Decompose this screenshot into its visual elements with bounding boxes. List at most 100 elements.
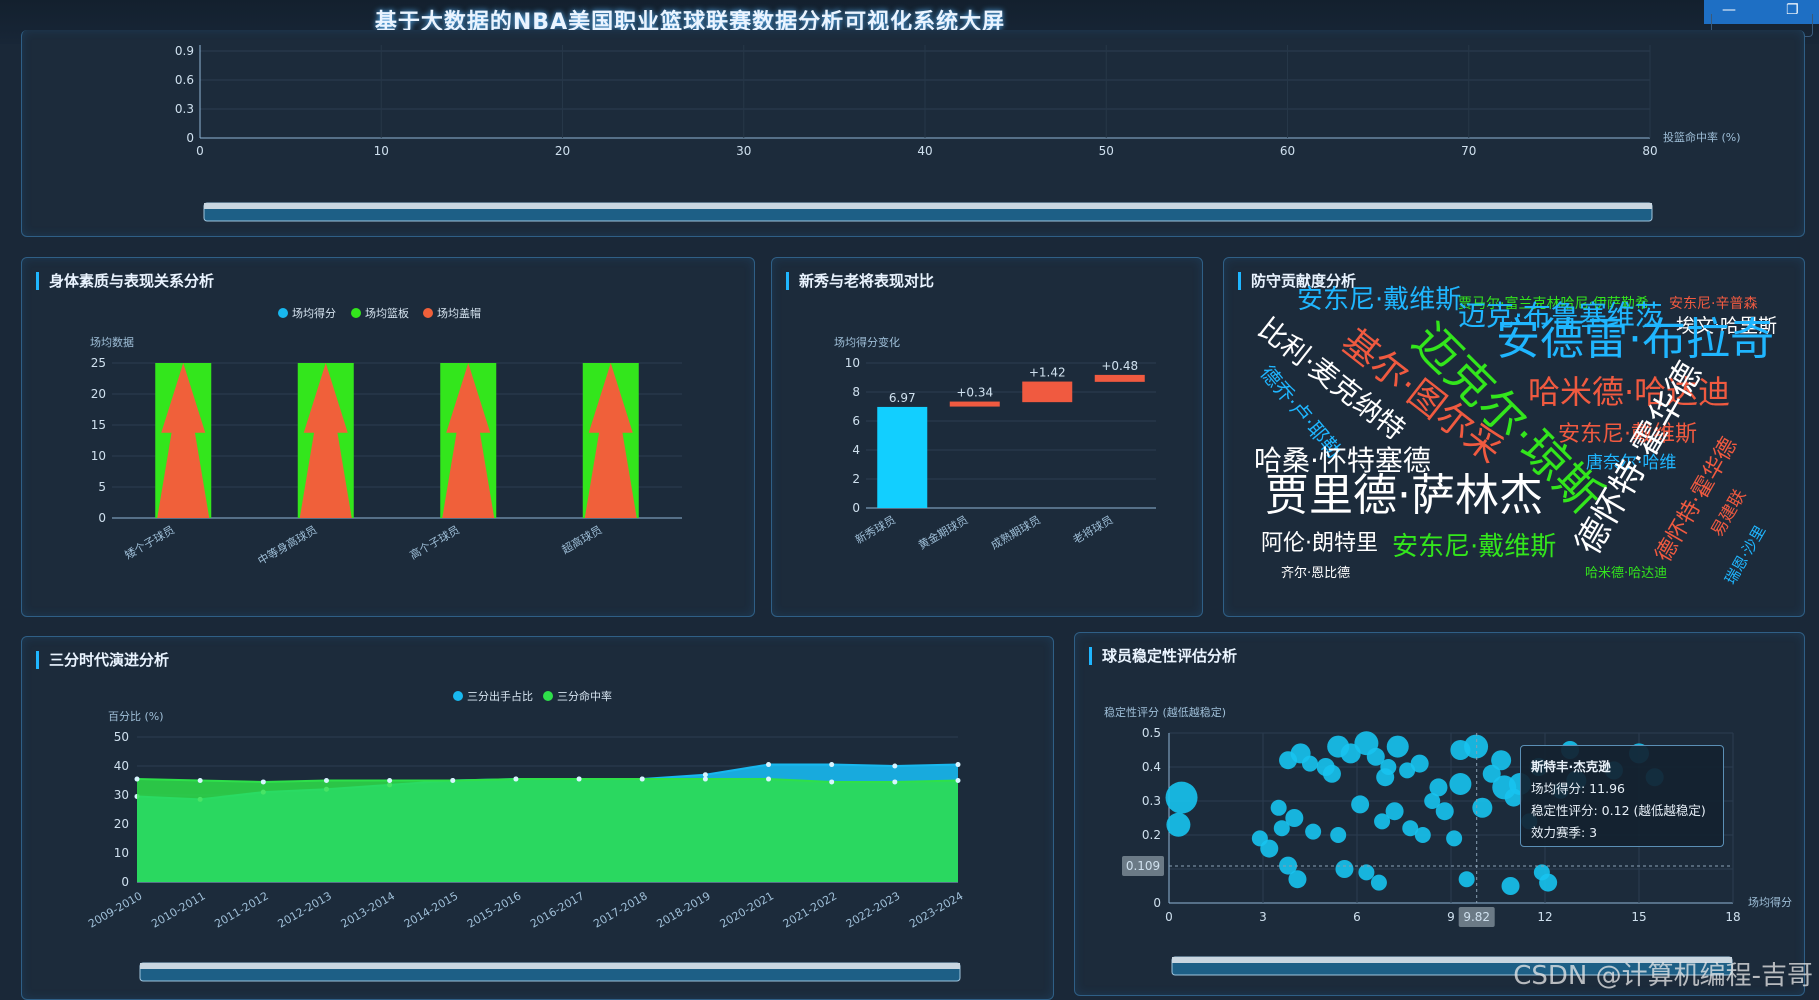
x-tick-label: 70 — [1461, 144, 1476, 158]
word-cloud-term: 齐尔·恩比德 — [1281, 566, 1351, 581]
data-point — [955, 778, 961, 783]
waterfall-bar — [1022, 381, 1073, 403]
scatter-point — [1376, 768, 1395, 787]
x-tick-label: 50 — [1099, 144, 1114, 158]
x-tick-label: 9 — [1447, 910, 1455, 924]
x-tick-label: 超高球员 — [559, 522, 604, 556]
scatter-point — [1330, 827, 1347, 843]
x-tick-label: 新秀球员 — [853, 512, 898, 546]
y-tick-label: 10 — [845, 356, 860, 370]
y-tick-label: 10 — [114, 846, 129, 860]
x-tick-label: 2018-2019 — [654, 889, 712, 930]
scatter-point — [1166, 812, 1191, 837]
x-tick-label: 60 — [1280, 144, 1295, 158]
data-point — [134, 776, 140, 782]
y-tick-label: 50 — [114, 730, 129, 744]
x-tick-label: 2022-2023 — [844, 889, 902, 930]
scatter-point — [1472, 797, 1493, 818]
scatter-point — [1322, 764, 1341, 783]
y-axis-title: 百分比 (%) — [108, 710, 164, 723]
y-tick-label: 0 — [121, 875, 129, 889]
data-point — [702, 772, 708, 778]
data-label: +0.34 — [956, 386, 993, 400]
x-tick-label: 矮个子球员 — [122, 522, 177, 562]
word-cloud-term: 安东尼·戴维斯 — [1392, 532, 1557, 562]
zoom-slider-handle — [140, 963, 960, 969]
x-tick-label: 2012-2013 — [276, 889, 334, 930]
legend-label: 三分出手占比 — [467, 689, 533, 703]
y-axis-title: 场均得分变化 — [834, 335, 900, 349]
area-series — [137, 779, 958, 882]
waterfall-bar — [1094, 374, 1145, 382]
legend-marker — [453, 691, 463, 701]
y-tick-label: 10 — [91, 449, 106, 463]
data-point — [513, 776, 519, 782]
data-point — [892, 763, 898, 769]
legend-marker — [423, 308, 433, 318]
scatter-point — [1370, 874, 1387, 891]
scatter-point — [1414, 827, 1431, 843]
chart-tooltip: 斯特丰·杰克逊 场均得分: 11.96 稳定性评分: 0.12 (越低越稳定) … — [1520, 745, 1724, 847]
y-tick-label: 40 — [114, 759, 129, 773]
scatter-point — [1492, 775, 1517, 800]
scatter-point — [1501, 877, 1520, 895]
scatter-point — [1385, 802, 1404, 821]
x-tick-label: 高个子球员 — [407, 522, 462, 562]
x-tick-label: 10 — [374, 144, 389, 158]
data-point — [766, 776, 772, 782]
legend-label: 场均盖帽 — [437, 306, 481, 320]
y-tick-label: 0.2 — [1142, 828, 1161, 842]
scatter-point — [1539, 873, 1558, 892]
y-tick-label: 4 — [852, 443, 860, 457]
y-tick-label: 0 — [186, 131, 194, 145]
x-tick-label: 30 — [736, 144, 751, 158]
waterfall-bar — [877, 406, 928, 508]
scatter-point — [1446, 830, 1463, 847]
x-tick-label: 2009-2010 — [86, 889, 144, 930]
word-cloud-term: 阿伦·朗特里 — [1261, 531, 1378, 556]
data-point — [576, 776, 582, 782]
scatter-point — [1458, 871, 1475, 888]
y-tick-label: 15 — [91, 418, 106, 432]
data-point — [323, 778, 329, 783]
x-tick-label: 3 — [1259, 910, 1267, 924]
x-tick-label: 2014-2015 — [402, 889, 460, 930]
y-tick-label: 0.4 — [1142, 760, 1161, 774]
legend-label: 场均得分 — [292, 306, 336, 320]
y-tick-label: 5 — [98, 480, 106, 494]
y-tick-label: 25 — [91, 356, 106, 370]
y-tick-label: 6 — [852, 414, 860, 428]
x-tick-label: 0 — [1165, 910, 1173, 924]
y-tick-label: 2 — [852, 472, 860, 486]
scatter-point — [1464, 734, 1489, 759]
legend-marker — [351, 308, 361, 318]
x-tick-label: 2017-2018 — [591, 889, 649, 930]
x-tick-label: 15 — [1631, 910, 1646, 924]
tooltip-score: 场均得分: 11.96 — [1531, 781, 1625, 796]
word-cloud-term: 贾里德·萨林杰 — [1265, 470, 1543, 521]
x-tick-label: 20 — [555, 144, 570, 158]
data-point — [260, 779, 266, 785]
scatter-point — [1285, 809, 1304, 827]
x-tick-label: 2010-2011 — [149, 889, 207, 930]
x-tick-label: 中等身高球员 — [255, 522, 319, 567]
data-label: 6.97 — [889, 391, 916, 405]
legend-marker — [543, 691, 553, 701]
x-tick-label: 老将球员 — [1070, 512, 1115, 546]
x-tick-label: 0 — [196, 144, 204, 158]
data-label: +1.42 — [1029, 366, 1066, 380]
scatter-point — [1302, 755, 1318, 772]
y-tick-label: 0.9 — [175, 44, 194, 58]
data-label: +0.48 — [1101, 359, 1138, 373]
x-axis-title: 场均得分 — [1748, 895, 1792, 909]
y-axis-title: 稳定性评分 (越低越稳定) — [1104, 705, 1226, 719]
data-point — [892, 779, 898, 785]
word-cloud-term: 哈米德·哈达迪 — [1585, 566, 1668, 581]
waterfall-bar — [949, 401, 1000, 407]
x-axis-title: 投篮命中率 (%) — [1663, 130, 1741, 144]
legend-label: 场均篮板 — [365, 306, 409, 320]
word-cloud-term: 安东尼·戴维斯 — [1297, 285, 1462, 315]
data-point — [829, 762, 835, 768]
y-tick-label: 20 — [114, 817, 129, 831]
data-point — [955, 762, 961, 768]
